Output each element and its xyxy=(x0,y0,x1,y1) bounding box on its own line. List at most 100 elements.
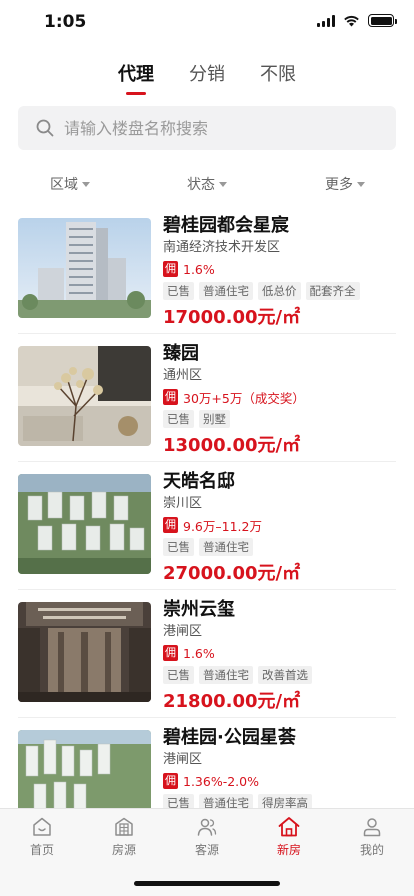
status-icons xyxy=(317,14,397,27)
tag-list: 已售 别墅 xyxy=(163,410,396,428)
property-district: 港闸区 xyxy=(163,752,203,767)
commission-row: 佣 1.36%-2.0% xyxy=(163,772,396,790)
list-item[interactable]: 崇州云玺 港闸区 佣 1.6% 已售 普通住宅 改善首选 21800.00元/㎡ xyxy=(18,590,396,718)
tag: 已售 xyxy=(163,410,194,428)
property-price: 17000.00元/㎡ xyxy=(163,307,301,328)
property-photo xyxy=(18,730,151,808)
property-price: 13000.00元/㎡ xyxy=(163,435,301,456)
search-bar[interactable] xyxy=(18,106,396,150)
tag: 改善首选 xyxy=(258,666,312,684)
filter-label: 更多 xyxy=(325,177,353,193)
commission-badge: 佣 xyxy=(163,517,178,533)
property-price: 21800.00元/㎡ xyxy=(163,691,301,712)
commission-badge: 佣 xyxy=(163,389,178,405)
tag: 普通住宅 xyxy=(199,538,253,556)
property-district: 崇川区 xyxy=(163,496,203,511)
commission-row: 佣 1.6% xyxy=(163,644,396,662)
property-name: 碧桂园都会星宸 xyxy=(163,215,289,236)
tag: 已售 xyxy=(163,538,194,556)
tabbar-label: 新房 xyxy=(276,843,301,857)
property-district: 南通经济技术开发区 xyxy=(163,240,281,255)
active-tab-indicator xyxy=(126,92,146,95)
property-name: 天皓名邸 xyxy=(163,471,235,492)
home-indicator xyxy=(134,881,280,886)
tag: 低总价 xyxy=(258,282,301,300)
property-name: 碧桂园·公园星荟 xyxy=(163,727,296,748)
property-info: 天皓名邸 崇川区 佣 9.6万–11.2万 已售 普通住宅 27000.00元/… xyxy=(163,470,396,586)
tabbar-listings[interactable]: 房源 xyxy=(94,815,154,858)
status-time: 1:05 xyxy=(44,12,87,32)
wifi-icon xyxy=(344,15,359,26)
tag-list: 已售 普通住宅 改善首选 xyxy=(163,666,396,684)
tag: 普通住宅 xyxy=(199,666,253,684)
tab-distribution[interactable]: 分销 xyxy=(189,60,225,86)
building-icon xyxy=(115,817,133,836)
tag: 普通住宅 xyxy=(199,794,253,808)
search-input[interactable] xyxy=(64,118,364,138)
search-icon xyxy=(36,119,54,137)
commission-value: 30万+5万（成交奖） xyxy=(183,390,305,406)
property-photo xyxy=(18,474,151,574)
property-photo xyxy=(18,346,151,446)
property-photo xyxy=(18,218,151,318)
property-district: 通州区 xyxy=(163,368,203,383)
tag-list: 已售 普通住宅 低总价 配套齐全 xyxy=(163,282,396,300)
property-name: 臻园 xyxy=(163,343,199,364)
tag: 已售 xyxy=(163,282,194,300)
list-item[interactable]: 天皓名邸 崇川区 佣 9.6万–11.2万 已售 普通住宅 27000.00元/… xyxy=(18,462,396,590)
tabbar-me[interactable]: 我的 xyxy=(342,815,402,858)
tag: 别墅 xyxy=(199,410,230,428)
tabbar-label: 客源 xyxy=(194,843,219,857)
commission-value: 1.6% xyxy=(183,261,215,277)
filter-more[interactable]: 更多 xyxy=(325,174,365,194)
new-house-icon xyxy=(278,817,300,837)
tabbar-home[interactable]: 首页 xyxy=(12,815,72,858)
property-info: 碧桂园·公园星荟 港闸区 佣 1.36%-2.0% 已售 普通住宅 得房率高 xyxy=(163,726,396,808)
property-info: 碧桂园都会星宸 南通经济技术开发区 佣 1.6% 已售 普通住宅 低总价 配套齐… xyxy=(163,214,396,330)
commission-row: 佣 1.6% xyxy=(163,260,396,278)
tabbar-new-house[interactable]: 新房 xyxy=(259,815,319,858)
filter-bar: 区域 状态 更多 xyxy=(0,170,414,198)
caret-down-icon xyxy=(357,181,365,187)
tag: 配套齐全 xyxy=(305,282,360,300)
property-photo xyxy=(18,602,151,702)
battery-icon xyxy=(368,14,397,27)
commission-badge: 佣 xyxy=(163,773,178,789)
list-item[interactable]: 碧桂园·公园星荟 港闸区 佣 1.36%-2.0% 已售 普通住宅 得房率高 xyxy=(18,718,396,808)
property-name: 崇州云玺 xyxy=(163,599,235,620)
commission-row: 佣 30万+5万（成交奖） xyxy=(163,388,396,406)
caret-down-icon xyxy=(82,181,90,187)
commission-value: 1.6% xyxy=(183,645,215,661)
property-list[interactable]: 碧桂园都会星宸 南通经济技术开发区 佣 1.6% 已售 普通住宅 低总价 配套齐… xyxy=(0,206,414,808)
filter-status[interactable]: 状态 xyxy=(187,174,227,194)
home-outline-icon xyxy=(33,817,51,836)
filter-region[interactable]: 区域 xyxy=(50,174,90,194)
list-item[interactable]: 碧桂园都会星宸 南通经济技术开发区 佣 1.6% 已售 普通住宅 低总价 配套齐… xyxy=(18,206,396,334)
list-item[interactable]: 臻园 通州区 佣 30万+5万（成交奖） 已售 别墅 13000.00元/㎡ xyxy=(18,334,396,462)
property-info: 臻园 通州区 佣 30万+5万（成交奖） 已售 别墅 13000.00元/㎡ xyxy=(163,342,396,458)
tabbar-clients[interactable]: 客源 xyxy=(177,815,237,858)
tag-list: 已售 普通住宅 xyxy=(163,538,396,556)
tag: 已售 xyxy=(163,794,194,808)
tag: 得房率高 xyxy=(258,794,312,808)
property-district: 港闸区 xyxy=(163,624,203,639)
filter-label: 区域 xyxy=(50,177,78,193)
tabbar-label: 首页 xyxy=(29,843,54,857)
tabbar-label: 我的 xyxy=(359,843,384,857)
property-info: 崇州云玺 港闸区 佣 1.6% 已售 普通住宅 改善首选 21800.00元/㎡ xyxy=(163,598,396,714)
tab-agency[interactable]: 代理 xyxy=(118,60,154,86)
commission-badge: 佣 xyxy=(163,261,178,277)
tab-unlimited[interactable]: 不限 xyxy=(260,60,296,86)
filter-label: 状态 xyxy=(187,177,215,193)
tag: 已售 xyxy=(163,666,194,684)
status-bar: 1:05 xyxy=(0,0,414,46)
tag-list: 已售 普通住宅 得房率高 xyxy=(163,794,396,808)
tabbar-label: 房源 xyxy=(111,843,136,857)
listing-type-tabs: 代理 分销 不限 xyxy=(0,60,414,98)
property-price: 27000.00元/㎡ xyxy=(163,563,301,584)
tag: 普通住宅 xyxy=(199,282,253,300)
commission-value: 9.6万–11.2万 xyxy=(183,518,262,534)
caret-down-icon xyxy=(219,181,227,187)
commission-value: 1.36%-2.0% xyxy=(183,773,259,789)
commission-badge: 佣 xyxy=(163,645,178,661)
